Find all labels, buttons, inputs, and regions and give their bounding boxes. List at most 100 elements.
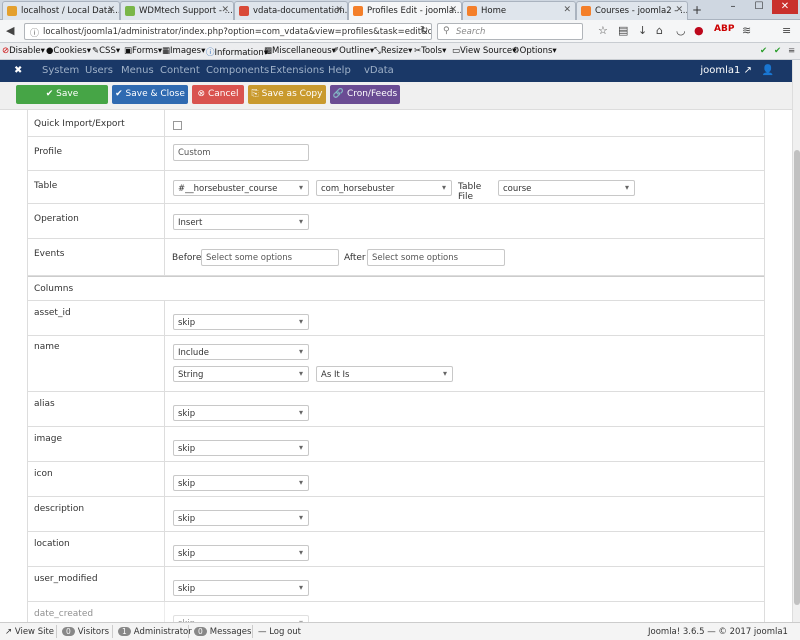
tab-localhost[interactable]: localhost / Local Data... ✕ [2,1,120,20]
minimize-icon[interactable]: – [720,0,746,14]
wd-view-source[interactable]: ▭View Source▾ [452,46,516,56]
close-icon[interactable]: ✕ [335,5,343,15]
wd-outline[interactable]: ✐Outline▾ [332,46,374,56]
column-name: asset_id [34,308,71,318]
tab-wdmtech[interactable]: WDMtech Support - ... ✕ [120,1,234,20]
menu-users[interactable]: Users [85,65,113,76]
adblock-icon[interactable]: ABP [714,24,734,34]
table-select[interactable]: #__horsebuster_course [173,180,309,196]
column-select[interactable]: skip [173,405,309,421]
close-window-icon[interactable]: ✕ [772,0,798,14]
column-select[interactable]: Include [173,344,309,360]
operation-select[interactable]: Insert [173,214,309,230]
reload-icon[interactable]: ↻ [420,25,428,36]
save-close-button[interactable]: ✔ Save & Close [112,85,188,104]
close-icon[interactable]: ✕ [221,5,229,15]
tab-courses[interactable]: Courses - joomla2 - ... ✕ [576,1,688,20]
back-icon[interactable]: ◀ [6,24,14,37]
scrollbar-thumb[interactable] [794,150,800,605]
wd-images[interactable]: ▦Images▾ [162,46,205,56]
save-button[interactable]: ✔ Save [16,85,108,104]
column-select[interactable]: skip [173,615,309,622]
close-icon[interactable]: ✕ [675,5,683,15]
menu-components[interactable]: Components [206,65,269,76]
tab-pdf[interactable]: vdata-documentation.pdf ✕ [234,1,348,20]
visitors-badge: 0 [62,627,75,636]
tab-profiles-edit[interactable]: Profiles Edit - joomla... ✕ [348,1,462,21]
user-menu-icon[interactable]: 👤 [762,65,774,76]
menu-icon[interactable]: ≡ [782,24,791,37]
pocket-icon[interactable]: ◡ [676,24,686,37]
column-select[interactable]: skip [173,440,309,456]
search-input[interactable]: ⚲ Search [437,23,583,40]
component-value: com_horsebuster [321,184,395,194]
column-name: description [34,504,85,514]
tab-home[interactable]: Home ✕ [462,1,576,20]
pinterest-icon[interactable]: ● [694,24,704,37]
close-icon[interactable]: ✕ [449,5,457,15]
wd-css[interactable]: ✎CSS▾ [92,46,120,56]
cancel-button[interactable]: ⊗ Cancel [192,85,244,104]
column-name: icon [34,469,53,479]
site-icon [125,6,135,16]
table-value: #__horsebuster_course [178,184,278,194]
after-events-input[interactable]: Select some options [367,249,505,266]
wd-disable[interactable]: ⊘Disable▾ [2,46,45,56]
wd-tools[interactable]: ✂Tools▾ [414,46,446,56]
wd-miscellaneous[interactable]: ▩Miscellaneous▾ [264,46,336,56]
cron-feeds-label: Cron/Feeds [346,89,398,99]
maximize-icon[interactable]: ☐ [746,0,772,14]
messages-link[interactable]: 0 Messages [194,627,251,637]
download-icon[interactable]: ↓ [638,24,647,37]
column-select[interactable]: skip [173,510,309,526]
close-icon[interactable]: ✕ [563,5,571,15]
column-name: name [34,342,60,352]
check-icon: ✔ [774,46,782,56]
profile-input[interactable]: Custom [173,144,309,161]
new-tab-icon[interactable]: + [692,3,702,17]
quick-import-checkbox[interactable] [173,121,182,130]
logout-link[interactable]: — Log out [258,627,301,637]
column-select[interactable]: skip [173,314,309,330]
menu-extensions[interactable]: Extensions [270,65,324,76]
site-link[interactable]: joomla1 ↗ [700,65,752,76]
miscellaneous-icon: ▩ [264,46,273,56]
save-copy-button[interactable]: ⎘ Save as Copy [248,85,326,104]
url-bar[interactable]: ⓘ localhost/joomla1/administrator/index.… [24,23,432,40]
close-icon[interactable]: ✕ [107,5,115,15]
joomla-admin-header: ✖ System Users Menus Content Components … [0,60,792,82]
save-label: Save [56,89,79,99]
column-format-select[interactable]: As It Is [316,366,453,382]
star-icon[interactable]: ☆ [598,24,608,37]
column-value: skip [178,409,196,419]
component-select[interactable]: com_horsebuster [316,180,452,196]
menu-content[interactable]: Content [160,65,200,76]
wd-resize[interactable]: ⤡Resize▾ [374,46,412,56]
table-file-select[interactable]: course [498,180,635,196]
cron-feeds-button[interactable]: 🔗 Cron/Feeds [330,85,400,104]
menu-system[interactable]: System [42,65,79,76]
menu-help[interactable]: Help [328,65,351,76]
joomla-logo-icon[interactable]: ✖ [14,65,22,76]
extension-icon[interactable]: ≋ [742,24,751,37]
column-type-select[interactable]: String [173,366,309,382]
value-cell: skip [164,532,309,566]
menu-vdata[interactable]: vData [364,65,394,76]
column-select[interactable]: skip [173,545,309,561]
wd-forms[interactable]: ▣Forms▾ [124,46,162,56]
menu-icon[interactable]: ≡ [788,46,795,56]
before-events-input[interactable]: Select some options [201,249,339,266]
column-name: user_modified [34,574,98,584]
wd-information[interactable]: ⓘInformation▾ [206,46,268,58]
menu-menus[interactable]: Menus [121,65,154,76]
cancel-label: Cancel [207,89,239,99]
home-icon[interactable]: ⌂ [656,24,663,37]
column-select[interactable]: skip [173,475,309,491]
column-select[interactable]: skip [173,580,309,596]
view-site-link[interactable]: ↗ View Site [5,627,54,637]
wd-options[interactable]: ⚙Options▾ [512,46,557,56]
wd-cookies[interactable]: ●Cookies▾ [46,46,91,56]
page-scrollbar[interactable] [792,60,800,622]
tab-title: Home [481,6,507,16]
reading-list-icon[interactable]: ▤ [618,24,628,37]
